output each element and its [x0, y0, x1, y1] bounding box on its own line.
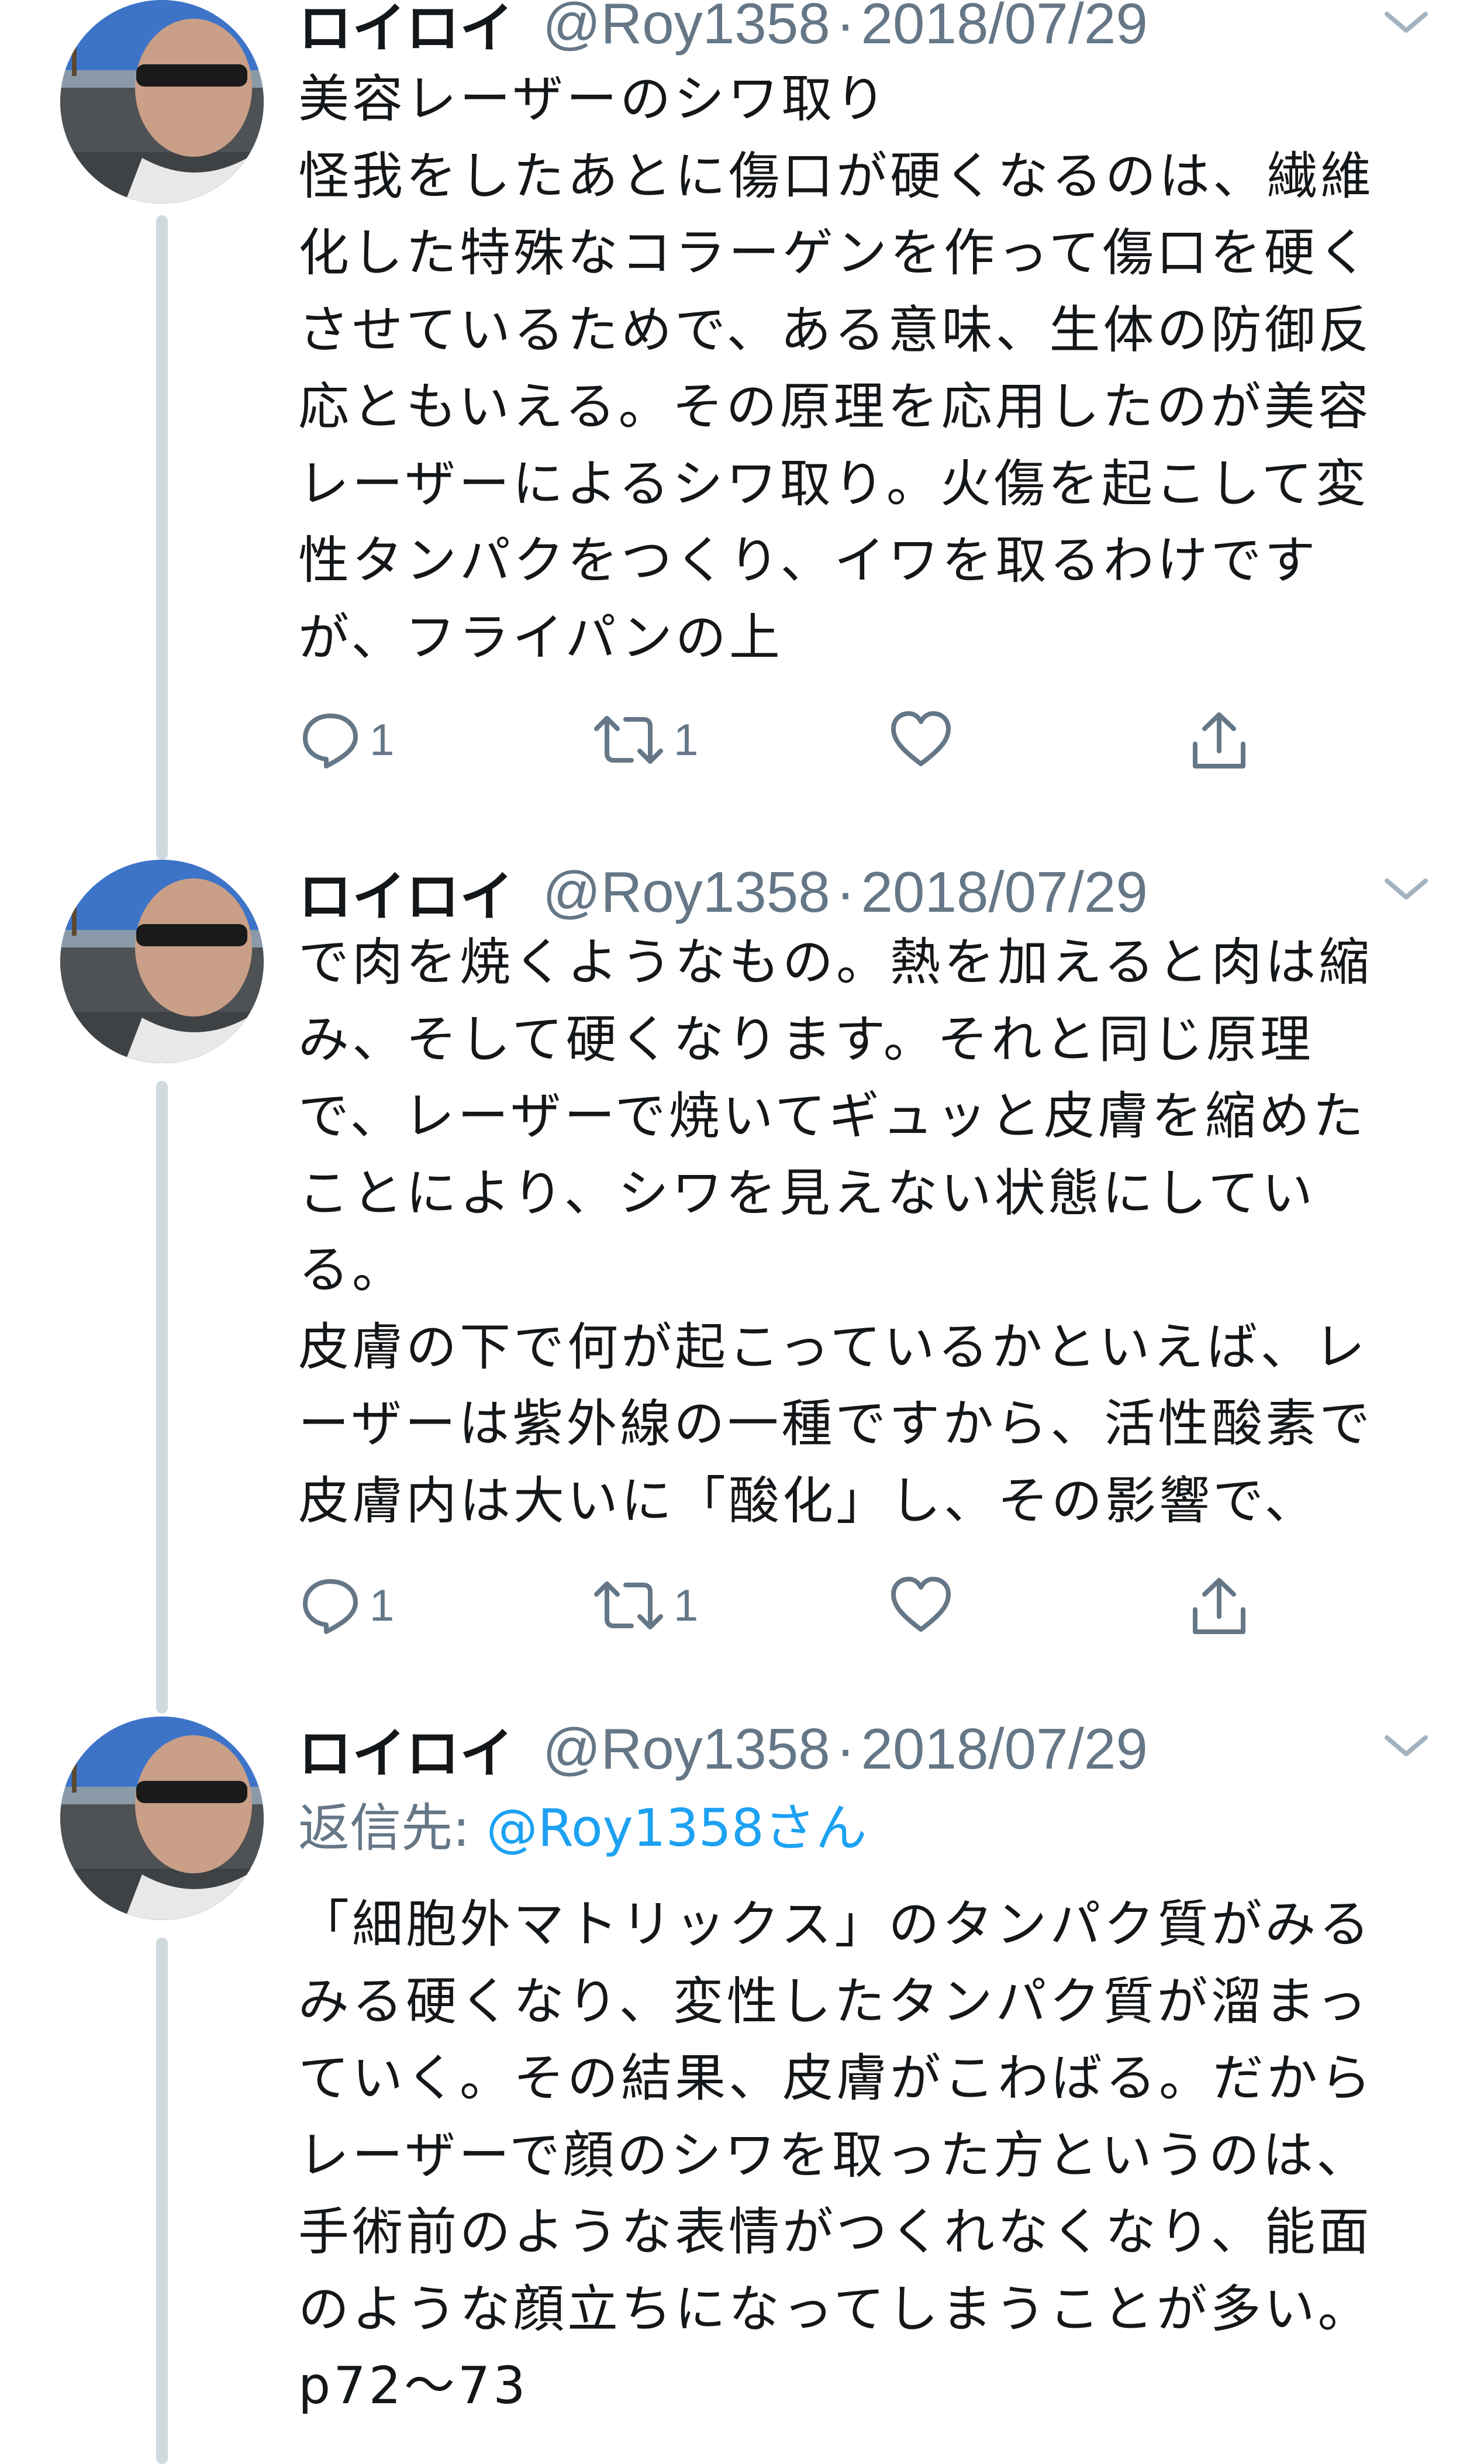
chevron-down-icon[interactable] — [1380, 871, 1433, 907]
reply-to-label: 返信先: — [298, 1798, 486, 1858]
tweet-3[interactable]: ロイロイ @Roy1358 · 2018/07/29 返信先: @Roy1358… — [0, 1714, 1484, 2464]
tweet-text: 「細胞外マトリックス」のタンパク質がみる みる硬くなり、変性したタンパク質が溜ま… — [298, 1886, 1444, 2425]
handle[interactable]: @Roy1358 — [543, 859, 830, 925]
separator: · — [836, 859, 855, 924]
tweet-text: 美容レーザーのシワ取り 怪我をしたあとに傷口が硬くなるのは、繊維 化した特殊なコ… — [298, 61, 1444, 676]
handle[interactable]: @Roy1358 — [543, 0, 830, 57]
text-line: る。 — [298, 1240, 406, 1300]
text-line: が、フライパンの上 — [298, 607, 783, 667]
text-line: 「細胞外マトリックス」のタンパク質がみる — [298, 1894, 1373, 1954]
handle[interactable]: @Roy1358 — [543, 1716, 830, 1782]
chevron-down-icon[interactable] — [1380, 1728, 1433, 1763]
text-line: で肉を焼くようなもの。熱を加えると肉は縮 — [298, 932, 1373, 992]
display-name[interactable]: ロイロイ — [298, 1710, 513, 1788]
text-line: 怪我をしたあとに傷口が硬くなるのは、繊維 — [298, 146, 1374, 206]
action-bar: 1 1 — [298, 708, 1292, 772]
chevron-down-icon[interactable] — [1380, 5, 1433, 40]
tweet-date[interactable]: 2018/07/29 — [861, 859, 1147, 925]
display-name[interactable]: ロイロイ — [298, 0, 513, 63]
text-line: ーザーは紫外線の一種ですから、活性酸素で — [298, 1394, 1373, 1453]
retweet-icon — [591, 1573, 667, 1638]
text-line: 手術前のような表情がつくれなくなり、能面 — [298, 2202, 1372, 2262]
text-line: 性タンパクをつくり、イワを取るわけです — [298, 530, 1319, 590]
text-line: のような顔立ちになってしまうことが多い。 — [298, 2279, 1372, 2339]
like-button[interactable] — [889, 708, 953, 772]
share-icon — [1187, 708, 1251, 772]
avatar[interactable] — [60, 0, 264, 204]
retweet-button[interactable]: 1 — [591, 1573, 698, 1638]
reply-to: 返信先: @Roy1358さん — [298, 1787, 867, 1861]
text-line: 化した特殊なコラーゲンを作って傷口を硬く — [298, 223, 1372, 282]
action-bar: 1 1 — [298, 1573, 1292, 1638]
thread-line — [156, 215, 168, 860]
text-line: 皮膚の下で何が起こっているかといえば、レ — [298, 1317, 1368, 1377]
text-line: みる硬くなり、変性したタンパク質が溜まっ — [298, 1971, 1371, 2031]
tweet-1[interactable]: ロイロイ @Roy1358 · 2018/07/29 美容レーザーのシワ取り 怪… — [0, 0, 1484, 860]
tweet-header: ロイロイ @Roy1358 · 2018/07/29 — [298, 1714, 1148, 1785]
reply-button[interactable]: 1 — [298, 1573, 394, 1638]
tweet-header: ロイロイ @Roy1358 · 2018/07/29 — [298, 857, 1148, 928]
tweet-text: で肉を焼くようなもの。熱を加えると肉は縮 み、そして硬くなります。それと同じ原理… — [298, 924, 1444, 1539]
thread-line — [156, 1081, 168, 1714]
reply-count: 1 — [370, 1580, 395, 1631]
separator: · — [836, 1716, 855, 1781]
display-name[interactable]: ロイロイ — [298, 853, 513, 931]
tweet-date[interactable]: 2018/07/29 — [861, 1716, 1147, 1782]
reply-button[interactable]: 1 — [298, 708, 394, 772]
text-line: み、そして硬くなります。それと同じ原理 — [298, 1009, 1314, 1069]
retweet-icon — [591, 708, 667, 772]
text-line: p72〜73 — [298, 2356, 529, 2415]
avatar[interactable] — [60, 1717, 264, 1920]
heart-icon — [889, 708, 953, 772]
retweet-count: 1 — [674, 1580, 699, 1631]
text-line: させているためで、ある意味、生体の防御反 — [298, 299, 1372, 360]
reply-count: 1 — [370, 715, 395, 765]
reply-icon — [298, 708, 363, 772]
share-icon — [1187, 1573, 1251, 1638]
text-line: レーザーで顔のシワを取った方というのは、 — [298, 2125, 1371, 2185]
separator: · — [836, 0, 855, 56]
tweet-date[interactable]: 2018/07/29 — [861, 0, 1147, 57]
like-button[interactable] — [889, 1573, 953, 1638]
reply-to-mention[interactable]: @Roy1358さん — [486, 1798, 867, 1858]
text-line: 皮膚内は大いに「酸化」し、その影響で、 — [298, 1470, 1319, 1531]
retweet-button[interactable]: 1 — [591, 708, 698, 772]
share-button[interactable] — [1187, 708, 1251, 772]
text-line: レーザーによるシワ取り。火傷を起こして変 — [298, 453, 1369, 514]
avatar[interactable] — [60, 860, 264, 1063]
text-line: 美容レーザーのシワ取り — [298, 69, 889, 129]
share-button[interactable] — [1187, 1573, 1251, 1638]
reply-icon — [298, 1573, 363, 1638]
thread-line — [156, 1938, 168, 2464]
heart-icon — [889, 1573, 953, 1638]
text-line: で、レーザーで焼いてギュッと皮膚を縮めた — [298, 1086, 1366, 1146]
tweet-header: ロイロイ @Roy1358 · 2018/07/29 — [298, 0, 1148, 60]
text-line: ことにより、シワを見えない状態にしてい — [298, 1163, 1316, 1223]
text-line: ていく。その結果、皮膚がこわばる。だから — [298, 2048, 1374, 2108]
text-line: 応ともいえる。その原理を応用したのが美容 — [298, 377, 1372, 436]
retweet-count: 1 — [674, 715, 699, 765]
tweet-2[interactable]: ロイロイ @Roy1358 · 2018/07/29 で肉を焼くようなもの。熱を… — [0, 860, 1484, 1714]
